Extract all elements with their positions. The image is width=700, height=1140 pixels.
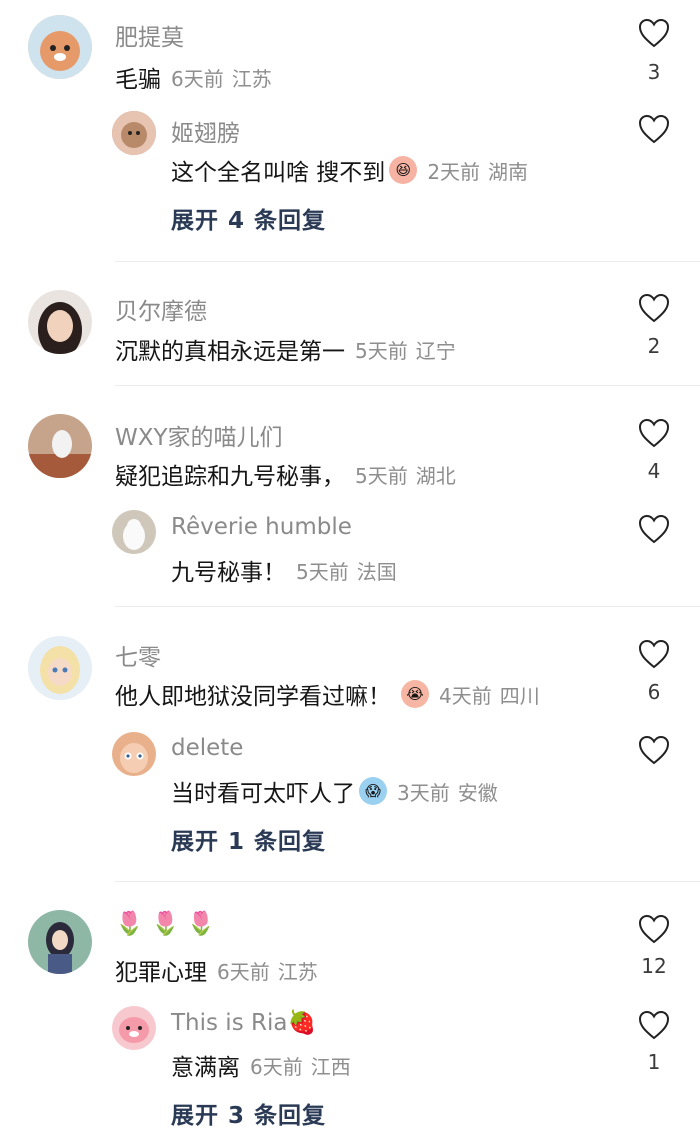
location: 江苏 xyxy=(277,959,318,984)
avatar[interactable] xyxy=(28,414,92,478)
timestamp: 5天前 xyxy=(296,559,349,584)
like-button[interactable] xyxy=(637,514,671,544)
location: 安徽 xyxy=(457,780,498,805)
divider xyxy=(115,385,700,386)
heart-icon xyxy=(638,418,670,448)
comment-meta: 5天前 湖北 xyxy=(355,460,456,489)
crying-face-emoji: 😭 xyxy=(401,680,429,708)
username[interactable]: delete xyxy=(171,735,243,761)
heart-icon xyxy=(638,514,670,544)
reply-text: 意满离 6天前 江西 xyxy=(171,1048,351,1082)
timestamp: 6天前 xyxy=(171,66,224,91)
expand-replies-button[interactable]: 展开 1 条回复 xyxy=(171,822,326,856)
username[interactable]: Rêverie humble xyxy=(171,514,352,540)
username[interactable]: 姬翅膀 xyxy=(171,114,240,148)
reply-body: 九号秘事！ xyxy=(171,560,286,586)
reply-meta: 2天前 湖南 xyxy=(427,156,528,185)
scared-face-emoji: 😱 xyxy=(359,777,387,805)
comment-text: 犯罪心理 6天前 江苏 xyxy=(115,953,318,987)
avatar[interactable] xyxy=(112,111,156,155)
heart-icon xyxy=(638,114,670,144)
avatar[interactable] xyxy=(112,510,156,554)
divider xyxy=(115,881,700,882)
location: 江西 xyxy=(310,1054,351,1079)
comment-meta: 6天前 江苏 xyxy=(171,63,272,92)
like-button[interactable] xyxy=(637,114,671,144)
username[interactable]: 🌷 🌷 🌷 xyxy=(115,910,216,937)
comment-text: 沉默的真相永远是第一 5天前 辽宁 xyxy=(115,332,456,366)
avatar[interactable] xyxy=(112,732,156,776)
comment-body: 疑犯追踪和九号秘事， xyxy=(115,464,345,490)
timestamp: 6天前 xyxy=(250,1054,303,1079)
comment-text: 疑犯追踪和九号秘事， 5天前 湖北 xyxy=(115,457,456,491)
heart-icon xyxy=(638,293,670,323)
reply-body: 这个全名叫啥 搜不到 xyxy=(171,160,386,186)
avatar[interactable] xyxy=(28,15,92,79)
like-button[interactable] xyxy=(637,914,671,944)
username[interactable]: 贝尔摩德 xyxy=(115,292,207,326)
timestamp: 4天前 xyxy=(439,683,492,708)
reply-text: 九号秘事！ 5天前 法国 xyxy=(171,553,397,587)
heart-icon xyxy=(638,1010,670,1040)
comment-meta: 5天前 辽宁 xyxy=(355,335,456,364)
like-button[interactable] xyxy=(637,735,671,765)
reply-text: 这个全名叫啥 搜不到 😆 2天前 湖南 xyxy=(171,153,528,187)
divider xyxy=(115,261,700,262)
like-count: 12 xyxy=(641,954,667,978)
location: 湖北 xyxy=(415,463,456,488)
expand-replies-button[interactable]: 展开 4 条回复 xyxy=(171,201,326,235)
heart-icon xyxy=(638,735,670,765)
expand-replies-button[interactable]: 展开 3 条回复 xyxy=(171,1096,326,1130)
like-button[interactable] xyxy=(637,418,671,448)
like-count: 4 xyxy=(647,459,661,483)
reply-meta: 6天前 江西 xyxy=(250,1051,351,1080)
username[interactable]: This is Ria🍓 xyxy=(171,1009,316,1036)
like-count: 6 xyxy=(647,680,661,704)
like-count: 3 xyxy=(647,60,661,84)
comment-body: 犯罪心理 xyxy=(115,960,207,986)
heart-icon xyxy=(638,18,670,48)
comment-meta: 6天前 江苏 xyxy=(217,956,318,985)
username[interactable]: 七零 xyxy=(115,638,161,672)
location: 法国 xyxy=(356,559,397,584)
laughing-tears-emoji: 😆 xyxy=(389,156,418,184)
like-count: 2 xyxy=(647,334,661,358)
heart-icon xyxy=(638,639,670,669)
timestamp: 6天前 xyxy=(217,959,270,984)
location: 湖南 xyxy=(488,159,529,184)
reply-body: 意满离 xyxy=(171,1055,240,1081)
avatar[interactable] xyxy=(28,290,92,354)
like-button[interactable] xyxy=(637,18,671,48)
timestamp: 3天前 xyxy=(397,780,450,805)
username[interactable]: 肥提莫 xyxy=(115,18,184,52)
like-button[interactable] xyxy=(637,639,671,669)
comment-meta: 4天前 四川 xyxy=(439,680,540,709)
comment-text: 毛骗 6天前 江苏 xyxy=(115,60,272,94)
avatar[interactable] xyxy=(28,910,92,974)
divider xyxy=(115,606,700,607)
location: 江苏 xyxy=(231,66,272,91)
location: 四川 xyxy=(499,683,540,708)
reply-text: 当时看可太吓人了 😱 3天前 安徽 xyxy=(171,774,498,808)
timestamp: 5天前 xyxy=(355,463,408,488)
avatar[interactable] xyxy=(112,1006,156,1050)
comment-body: 他人即地狱没同学看过嘛！ xyxy=(115,684,391,710)
comment-body: 沉默的真相永远是第一 xyxy=(115,339,345,365)
location: 辽宁 xyxy=(415,338,456,363)
timestamp: 2天前 xyxy=(427,159,481,184)
reply-body: 当时看可太吓人了 xyxy=(171,781,355,807)
avatar[interactable] xyxy=(28,636,92,700)
reply-meta: 5天前 法国 xyxy=(296,556,397,585)
heart-icon xyxy=(638,914,670,944)
like-count: 1 xyxy=(647,1050,661,1074)
comment-body: 毛骗 xyxy=(115,67,161,93)
like-button[interactable] xyxy=(637,1010,671,1040)
username[interactable]: WXY家的喵儿们 xyxy=(115,418,283,452)
timestamp: 5天前 xyxy=(355,338,408,363)
comment-text: 他人即地狱没同学看过嘛！ 😭 4天前 四川 xyxy=(115,677,540,711)
like-button[interactable] xyxy=(637,293,671,323)
reply-meta: 3天前 安徽 xyxy=(397,777,498,806)
